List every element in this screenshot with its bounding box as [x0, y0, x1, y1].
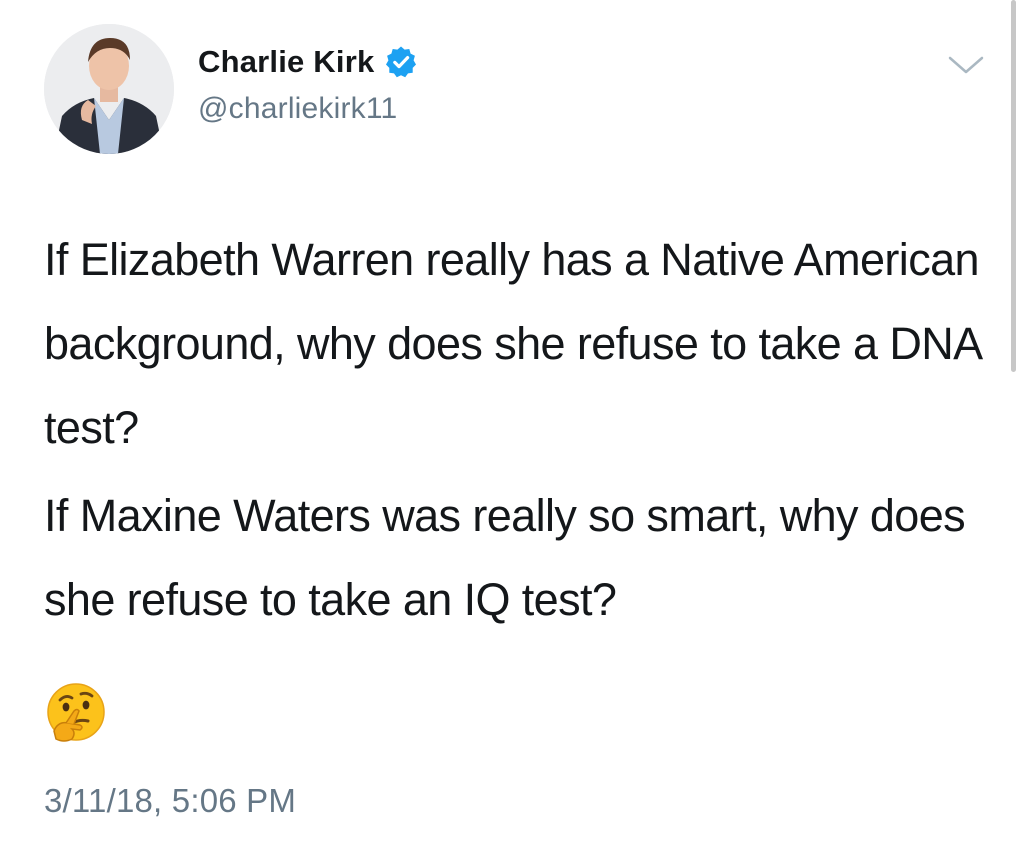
verified-badge-icon: [384, 45, 418, 79]
chevron-down-icon[interactable]: [946, 52, 986, 78]
tweet-text: If Elizabeth Warren really has a Native …: [44, 218, 984, 642]
tweet-paragraph: If Elizabeth Warren really has a Native …: [44, 234, 981, 453]
scrollbar[interactable]: [1011, 0, 1016, 372]
display-name[interactable]: Charlie Kirk: [198, 44, 374, 80]
avatar-image: [44, 24, 174, 154]
tweet-timestamp[interactable]: 3/11/18, 5:06 PM: [44, 782, 296, 820]
thinking-face-icon: [44, 681, 108, 745]
user-name-row: Charlie Kirk: [198, 42, 418, 82]
avatar[interactable]: [44, 24, 174, 154]
user-handle[interactable]: @charliekirk11: [198, 92, 397, 126]
tweet-card: Charlie Kirk @charliekirk11 If Elizabeth…: [0, 0, 1023, 853]
tweet-paragraph: If Maxine Waters was really so smart, wh…: [44, 490, 966, 625]
